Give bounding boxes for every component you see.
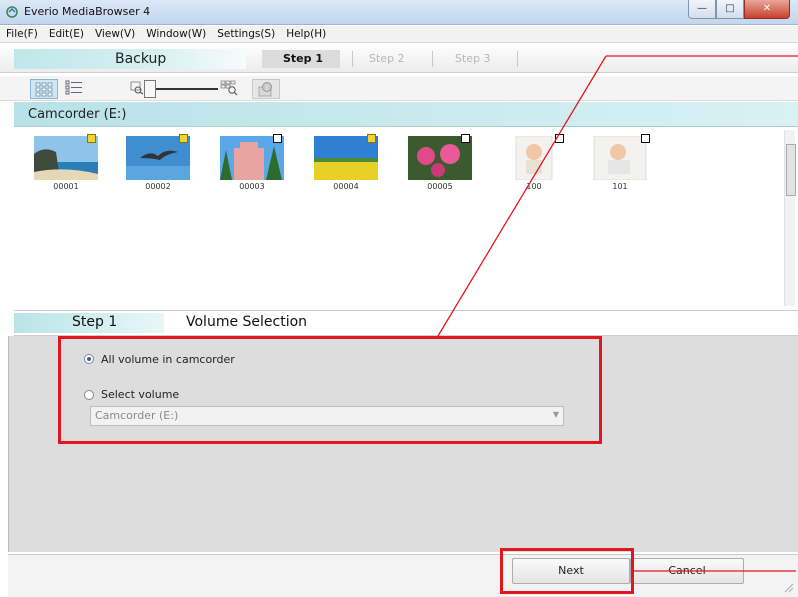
thumbnail-marker: [461, 134, 470, 143]
thumbnail-label: 00001: [53, 182, 79, 191]
step-number-label: Step 1: [72, 314, 118, 330]
thumbnail-item[interactable]: 00002: [126, 134, 190, 194]
thumbnail-scrollbar[interactable]: [784, 130, 796, 306]
zoom-slider-thumb[interactable]: [144, 80, 156, 98]
thumbnail-marker: [273, 134, 282, 143]
thumbnail-grid: 00001 00002 00003 00004 00005 100 101: [14, 128, 798, 308]
menu-bar: File(F) Edit(E) View(V) Window(W) Settin…: [0, 26, 798, 43]
thumbnail-label: 00003: [239, 182, 265, 191]
thumbnail-item[interactable]: 00001: [34, 134, 98, 194]
info-button[interactable]: !: [252, 79, 280, 99]
thumbnail-marker: [179, 134, 188, 143]
step-divider: [432, 51, 433, 67]
zoom-slider-track[interactable]: [156, 88, 218, 90]
step-title: Volume Selection: [186, 314, 308, 330]
thumbnail-item[interactable]: 00005: [408, 134, 472, 194]
app-window: Everio MediaBrowser 4 — □ ✕ File(F) Edit…: [0, 0, 798, 597]
minimize-button[interactable]: —: [688, 0, 716, 19]
info-icon: !: [258, 82, 272, 97]
window-title: Everio MediaBrowser 4: [24, 5, 151, 18]
thumbnail-marker: [641, 134, 650, 143]
step-bar: Backup Step 1 Step 2 Step 3: [0, 46, 798, 73]
annotation-highlight-box: [58, 336, 602, 444]
device-header: Camcorder (E:): [14, 102, 798, 127]
step-divider: [352, 51, 353, 67]
title-bar: Everio MediaBrowser 4 — □ ✕: [0, 0, 798, 25]
backup-mode-label: Backup: [115, 51, 167, 67]
zoom-out-icon[interactable]: [130, 81, 144, 95]
thumbnail-item[interactable]: 00003: [220, 134, 284, 194]
scrollbar-thumb[interactable]: [786, 144, 796, 196]
thumbnail-item[interactable]: 00004: [314, 134, 378, 194]
svg-text:!: !: [266, 84, 269, 92]
thumbnail-label: 00005: [427, 182, 453, 191]
view-toolbar: !: [0, 76, 798, 101]
thumbnail-marker: [367, 134, 376, 143]
thumbnail-item[interactable]: 101: [588, 134, 652, 194]
menu-settings[interactable]: Settings(S): [211, 26, 280, 42]
close-button[interactable]: ✕: [744, 0, 790, 19]
thumbnail-label: 101: [612, 182, 628, 191]
step-tab-2[interactable]: Step 2: [369, 52, 405, 65]
maximize-button[interactable]: □: [716, 0, 744, 19]
list-view-button[interactable]: [62, 79, 88, 97]
resize-grip-icon[interactable]: [782, 581, 794, 593]
list-view-icon: [65, 80, 82, 95]
menu-window[interactable]: Window(W): [140, 26, 211, 42]
menu-edit[interactable]: Edit(E): [43, 26, 89, 42]
menu-help[interactable]: Help(H): [280, 26, 331, 42]
grid-view-icon: [35, 82, 53, 97]
annotation-highlight-box: [500, 548, 634, 594]
step-tab-3[interactable]: Step 3: [455, 52, 491, 65]
step-header: Step 1 Volume Selection: [14, 310, 798, 336]
step-tab-1[interactable]: Step 1: [283, 52, 323, 65]
thumbnail-label: 00002: [145, 182, 171, 191]
backup-mode-tab: Backup: [14, 49, 246, 69]
app-logo-icon: [6, 6, 18, 18]
thumbnail-marker: [555, 134, 564, 143]
menu-file[interactable]: File(F): [0, 26, 43, 42]
zoom-in-icon[interactable]: [220, 80, 238, 96]
thumbnail-item[interactable]: 100: [502, 134, 566, 194]
device-label: Camcorder (E:): [28, 107, 127, 122]
grid-view-button[interactable]: [30, 79, 58, 99]
step-divider: [517, 51, 518, 67]
cancel-button[interactable]: Cancel: [630, 558, 744, 584]
thumbnail-label: 00004: [333, 182, 359, 191]
menu-view[interactable]: View(V): [89, 26, 140, 42]
thumbnail-marker: [87, 134, 96, 143]
thumbnail-label: 100: [526, 182, 542, 191]
